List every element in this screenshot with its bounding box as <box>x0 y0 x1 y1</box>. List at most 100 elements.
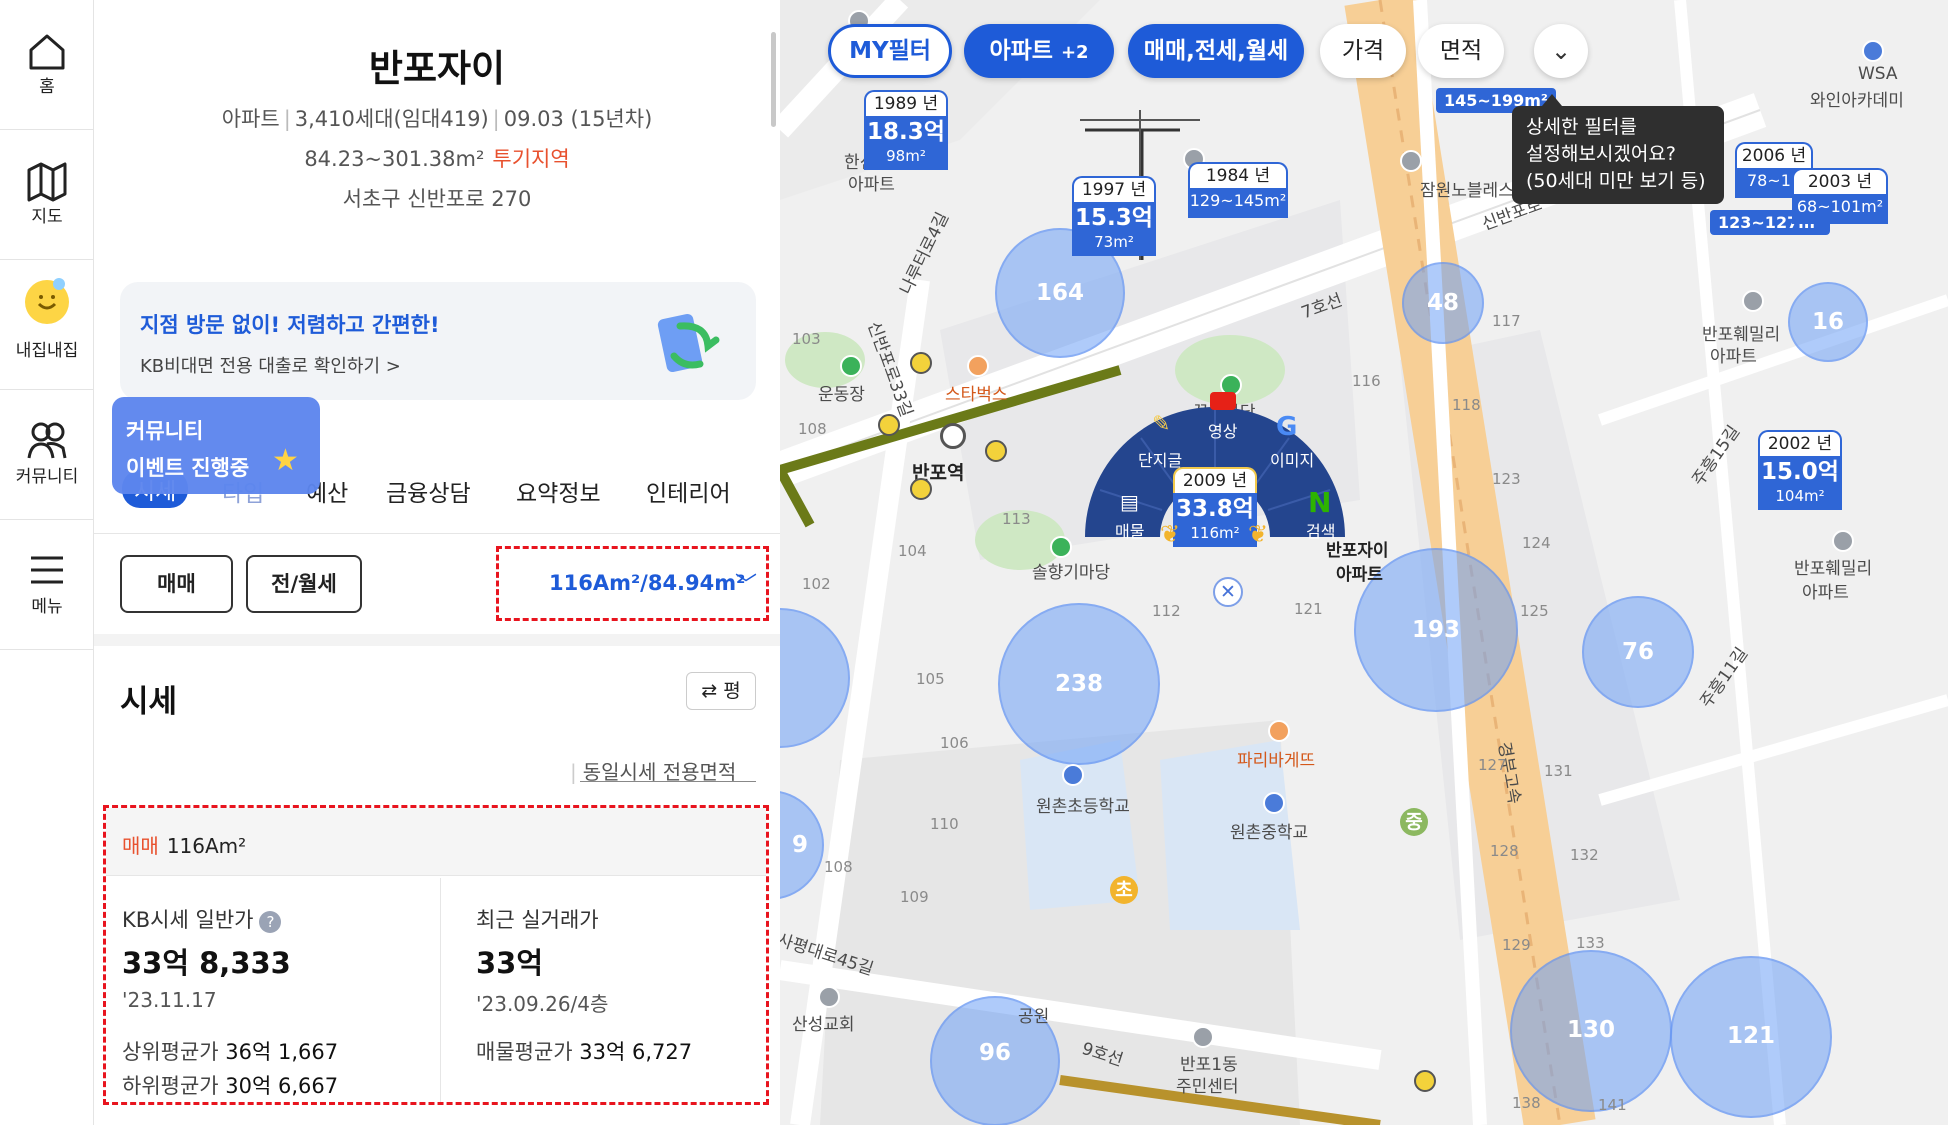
price-marker[interactable]: 1997 년 15.3억 73m² <box>1072 176 1156 256</box>
unit-toggle-button[interactable]: ⇄ 평 <box>686 672 756 710</box>
subway-station-icon[interactable] <box>940 423 966 449</box>
link-underline <box>580 781 756 782</box>
cluster-marker[interactable]: 76 <box>1582 596 1694 708</box>
marker-year: 1997 년 <box>1072 176 1156 202</box>
poi-icon[interactable] <box>1062 764 1084 786</box>
building-number: 141 <box>1598 1096 1627 1114</box>
park-label: 솔향기마당 <box>1032 563 1111 583</box>
complex-name: 반포자이 <box>368 47 506 90</box>
complex-summary: 아파트 | 3,410세대(임대419) | 09.03 (15년차) <box>221 107 653 131</box>
poi-icon[interactable] <box>1192 1026 1214 1048</box>
my-filter-chip[interactable]: MY필터 <box>828 24 952 78</box>
home-icon <box>29 34 65 70</box>
map-canvas[interactable]: 164 48 16 238 193 76 9 96 130 121 반포역 스타… <box>780 0 1948 1125</box>
building-number: 124 <box>1522 534 1551 552</box>
nav-menu[interactable]: 메뉴 <box>0 520 94 650</box>
building-number: 113 <box>1002 510 1031 528</box>
radial-item-video[interactable]: 영상 <box>1208 418 1237 442</box>
poi-icon[interactable] <box>967 355 989 377</box>
poi-icon[interactable] <box>840 355 862 377</box>
area-select-dropdown[interactable]: 116Am²/84.94m² ﹀ <box>496 546 769 621</box>
tab-interior[interactable]: 인테리어 <box>646 474 731 508</box>
cluster-marker[interactable]: 16 <box>1788 282 1868 362</box>
listing-average-value: 33억 6,727 <box>579 1040 693 1064</box>
marker-price: 15.3억 <box>1072 202 1156 232</box>
cluster-marker[interactable]: 238 <box>998 603 1160 765</box>
cluster-marker[interactable]: 121 <box>1670 956 1832 1118</box>
price-marker[interactable]: 2003 년 68~101m² <box>1792 168 1888 224</box>
price-marker[interactable]: 2002 년 15.0억 104m² <box>1758 430 1842 510</box>
poi-icon[interactable] <box>1263 792 1285 814</box>
filter-tooltip-line: (50세대 미만 보기 등) <box>1526 170 1706 192</box>
radial-item-images[interactable]: 이미지 <box>1270 447 1314 471</box>
deal-type-filter-chip[interactable]: 매매,전세,월세 <box>1128 24 1304 78</box>
building-label: 잠원노블레스 <box>1420 181 1514 201</box>
lower-average-row: 하위평균가 30억 6,667 <box>122 1070 338 1100</box>
complex-area-range: 84.23~301.38m² <box>304 147 485 171</box>
chevron-down-icon[interactable]: ⌄ <box>1534 24 1588 78</box>
rent-button[interactable]: 전/월세 <box>246 555 362 613</box>
cluster-marker[interactable]: 130 <box>1510 950 1672 1112</box>
building-number: 128 <box>1490 842 1519 860</box>
nav-community[interactable]: 커뮤니티 <box>0 390 94 520</box>
playground-label: 운동장 <box>818 385 865 405</box>
building-number: 129 <box>1502 936 1531 954</box>
price-marker[interactable]: 1984 년 129~145m² <box>1188 162 1288 218</box>
loan-banner-link[interactable]: KB비대면 전용 대출로 확인하기 > <box>140 352 401 378</box>
complex-address: 서초구 신반포로 270 <box>342 187 532 211</box>
price-marker[interactable]: 1989 년 18.3억 98m² <box>864 90 948 170</box>
selected-price-marker[interactable]: 2009 년 33.8억 116m² <box>1173 467 1257 547</box>
marker-price: 15.0억 <box>1758 456 1842 486</box>
menu-icon <box>31 556 63 584</box>
building-number: 109 <box>900 888 929 906</box>
poi-icon[interactable] <box>1742 290 1764 312</box>
kb-price-value: 33억 8,333 <box>122 946 291 980</box>
sale-button[interactable]: 매매 <box>120 555 233 613</box>
tab-finance[interactable]: 금융상담 <box>386 474 471 508</box>
price-filter-chip[interactable]: 가격 <box>1320 24 1406 78</box>
marker-area: 129~145m² <box>1188 188 1288 218</box>
building-number: 131 <box>1544 762 1573 780</box>
poi-icon[interactable] <box>1050 536 1072 558</box>
marker-area: 98m² <box>864 146 948 170</box>
building-number: 123 <box>1492 470 1521 488</box>
subway-line-icon[interactable] <box>910 478 932 500</box>
cluster-marker[interactable]: 48 <box>1402 262 1484 344</box>
help-icon[interactable]: ? <box>259 911 282 933</box>
marker-area: 73m² <box>1072 232 1156 256</box>
radial-item-listings[interactable]: 매물 <box>1115 518 1144 542</box>
poi-icon[interactable] <box>818 986 840 1008</box>
subway-line-icon[interactable] <box>1414 1070 1436 1092</box>
subway-line-icon[interactable] <box>878 414 900 436</box>
subway-line-icon[interactable] <box>910 352 932 374</box>
close-icon[interactable]: ✕ <box>1213 577 1243 607</box>
apartment-filter-chip[interactable]: 아파트 +2 <box>964 24 1114 78</box>
poi-icon[interactable] <box>1400 150 1422 172</box>
tab-summary[interactable]: 요약정보 <box>516 474 601 508</box>
building-number: 108 <box>798 420 827 438</box>
poi-icon[interactable] <box>1862 40 1884 62</box>
laurel-icon: ❦ <box>1248 520 1269 548</box>
building-number: 117 <box>1492 312 1521 330</box>
listings-icon: ▤ <box>1120 490 1139 514</box>
recent-deal-date: '23.09.26/4층 <box>476 992 609 1016</box>
pencil-icon: ✎ <box>1152 412 1171 437</box>
loan-banner[interactable]: 지점 방문 없이! 저렴하고 간편한! KB비대면 전용 대출로 확인하기 > <box>120 282 756 400</box>
nav-my-home[interactable]: 내집내집 <box>0 260 94 390</box>
area-filter-chip[interactable]: 면적 <box>1418 24 1504 78</box>
nav-map[interactable]: 지도 <box>0 130 94 260</box>
community-icon <box>27 422 67 459</box>
community-event-tooltip[interactable]: 커뮤니티 이벤트 진행중 ★ <box>112 397 320 494</box>
nav-home-label: 홈 <box>39 77 55 97</box>
elementary-school-icon: 초 <box>1110 876 1138 904</box>
subway-line-icon[interactable] <box>985 440 1007 462</box>
price-column-divider <box>440 878 441 1102</box>
poi-icon[interactable] <box>1268 720 1290 742</box>
price-card-type: 매매 <box>122 834 159 858</box>
park-label: 공원 <box>1018 1007 1050 1027</box>
poi-icon[interactable] <box>1832 530 1854 552</box>
nav-home[interactable]: 홈 <box>0 0 94 130</box>
marker-price: 33.8억 <box>1173 493 1257 523</box>
building-number: 125 <box>1520 602 1549 620</box>
building-number: 132 <box>1570 846 1599 864</box>
